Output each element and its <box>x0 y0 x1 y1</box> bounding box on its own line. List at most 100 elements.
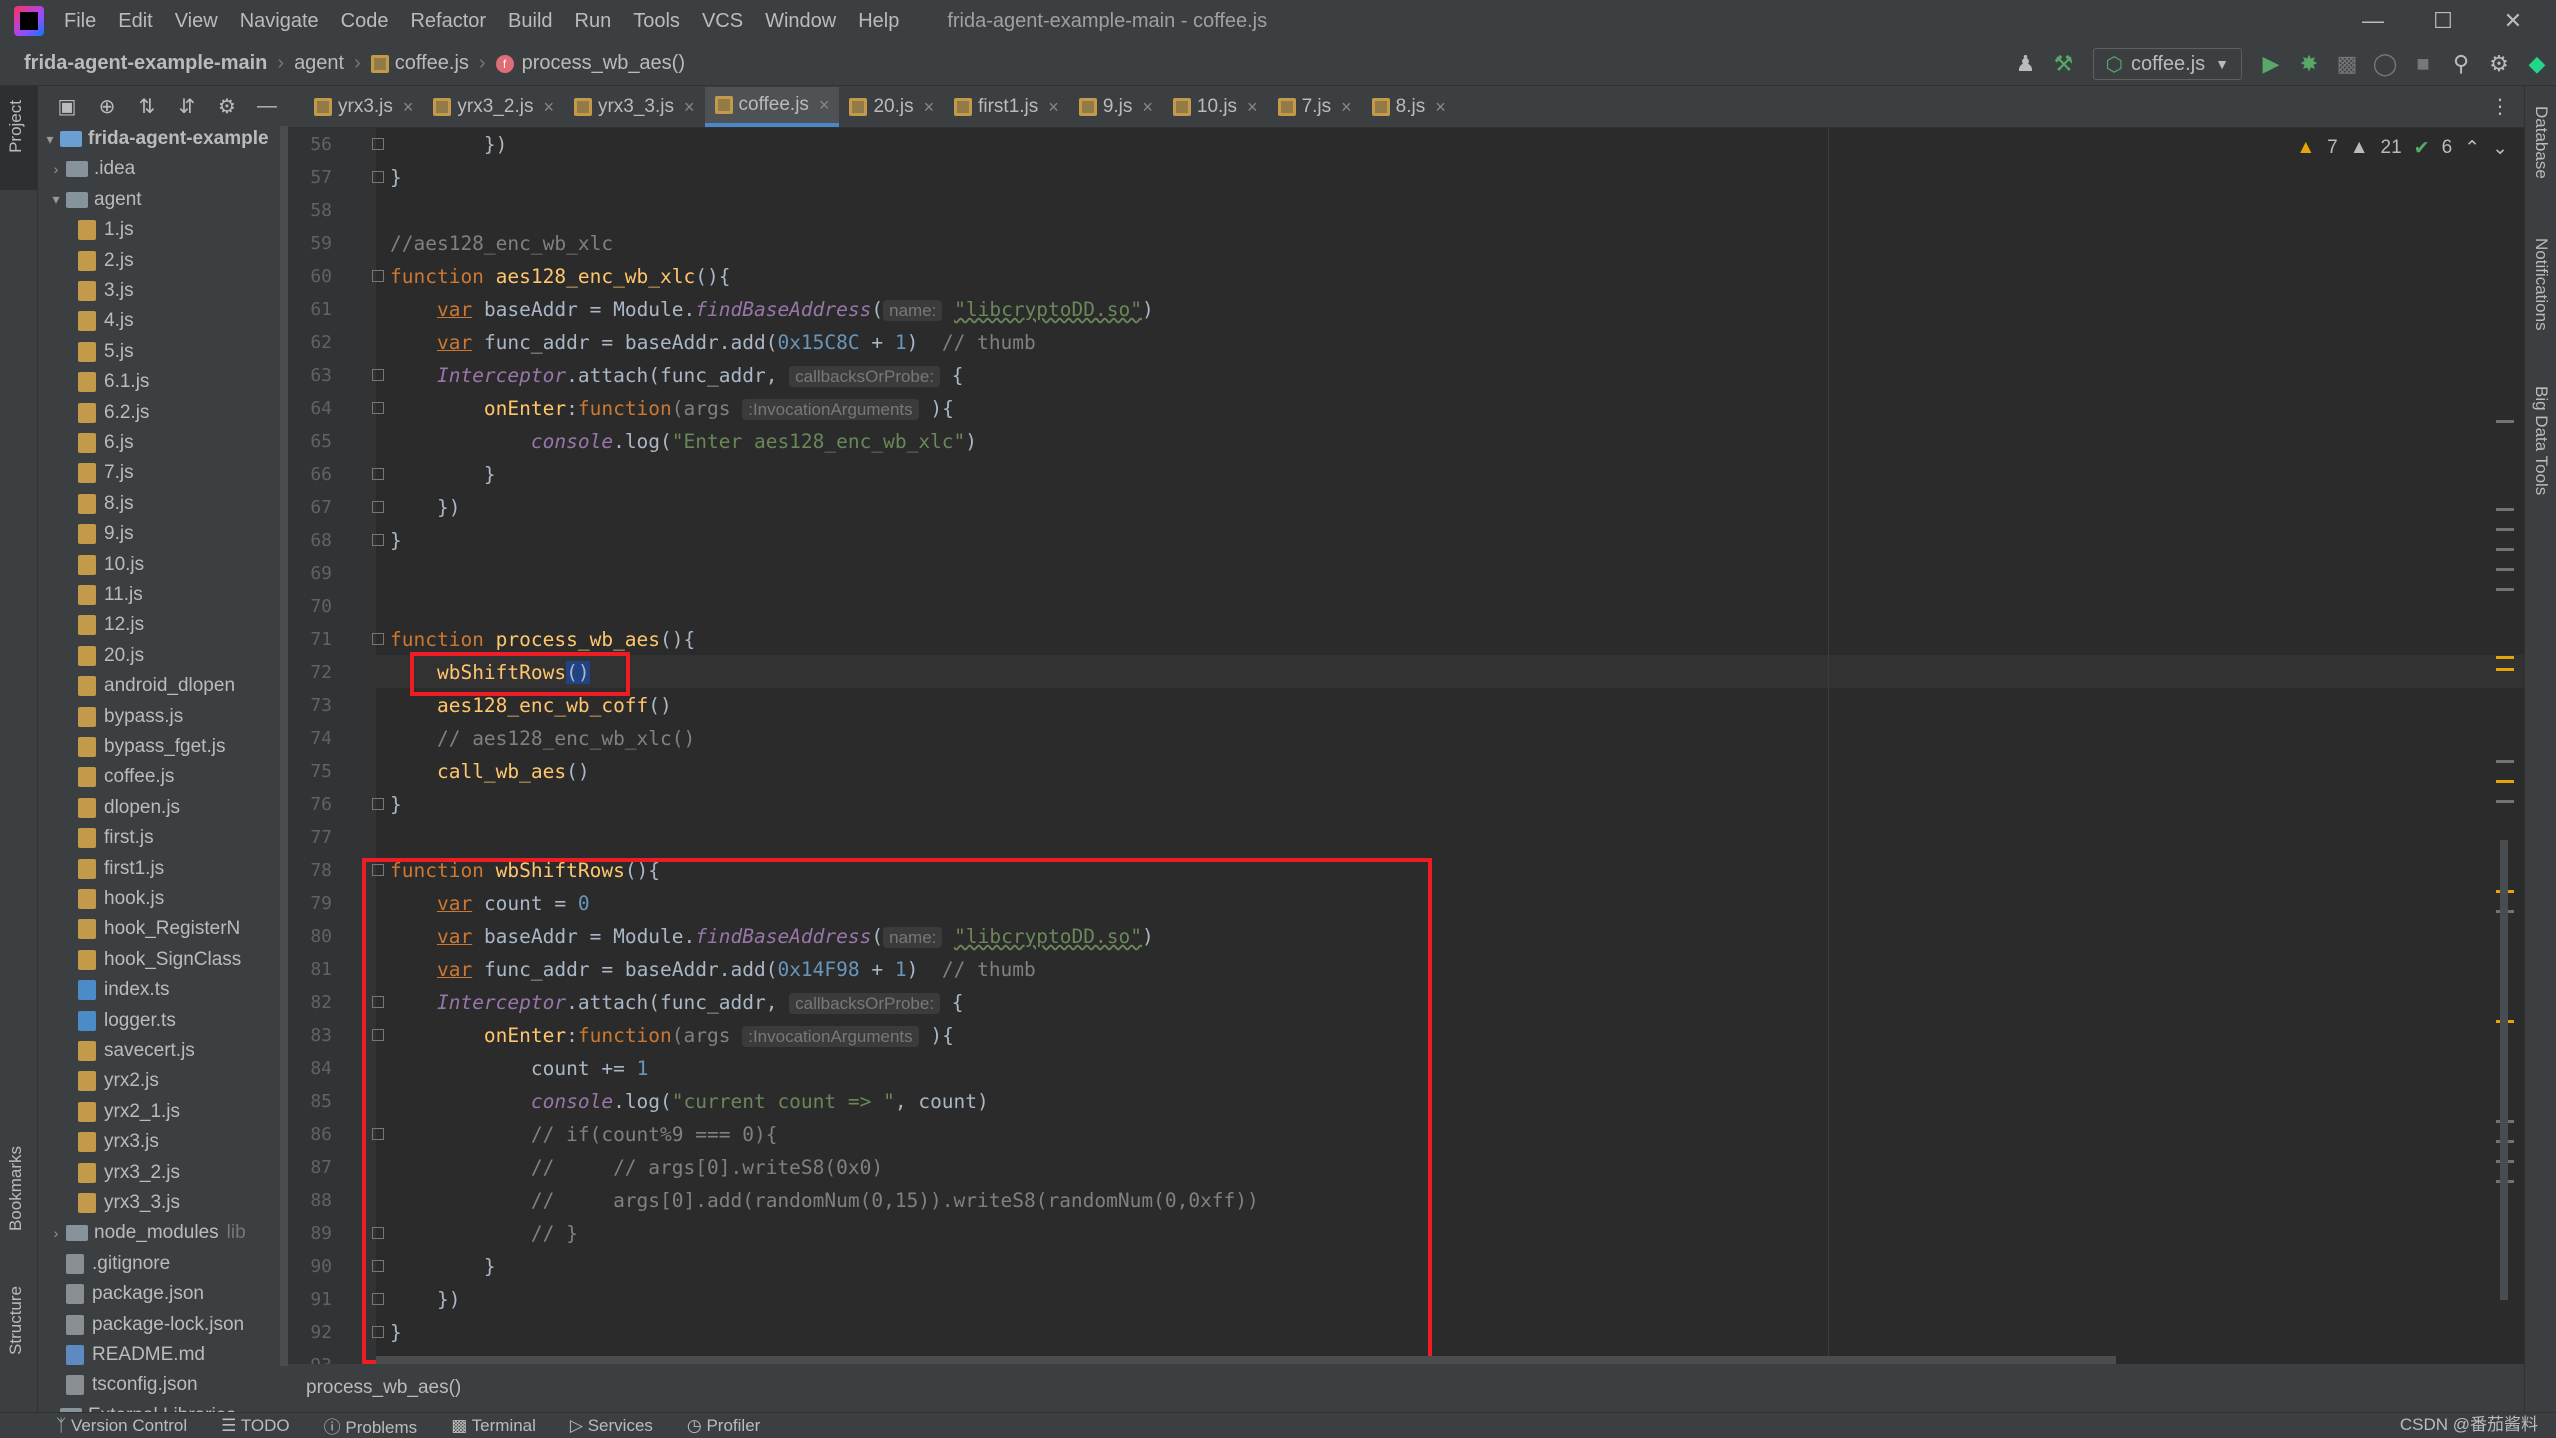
chevron-right-icon[interactable]: › <box>46 161 66 177</box>
close-icon[interactable]: × <box>1142 97 1153 118</box>
tree-item[interactable]: 6.js <box>78 428 134 458</box>
tree-item[interactable]: ▾ frida-agent-example <box>40 126 268 154</box>
todo-tab[interactable]: ☰ TODO <box>221 1416 289 1436</box>
fold-marker-icon[interactable] <box>372 171 384 183</box>
menu-vcs[interactable]: VCS <box>702 10 743 33</box>
tree-item[interactable]: yrx3_3.js <box>78 1188 180 1218</box>
tab-20-js[interactable]: 20.js × <box>839 87 944 127</box>
tree-item[interactable]: 3.js <box>78 276 134 306</box>
tree-item[interactable]: 20.js <box>78 641 144 671</box>
tab-yrx3_3-js[interactable]: yrx3_3.js × <box>564 87 705 127</box>
tree-item[interactable]: yrx3.js <box>78 1127 159 1157</box>
tab-first1-js[interactable]: first1.js × <box>944 87 1069 127</box>
tree-item[interactable]: 6.2.js <box>78 398 149 428</box>
tree-item[interactable]: hook_RegisterN <box>78 914 240 944</box>
warning-stripe-mark[interactable] <box>2496 656 2514 659</box>
close-icon[interactable]: × <box>1048 97 1059 118</box>
editor-vertical-scrollbar[interactable] <box>2500 840 2508 1300</box>
database-tool-label[interactable]: Database <box>2531 106 2551 179</box>
tab-coffee-js[interactable]: coffee.js × <box>704 87 840 127</box>
close-icon[interactable]: × <box>1435 97 1446 118</box>
tree-item[interactable]: 12.js <box>78 610 144 640</box>
coverage-icon[interactable]: ▩ <box>2328 45 2366 83</box>
tree-item[interactable]: › .idea <box>46 154 136 184</box>
expand-all-icon[interactable]: ⇅ <box>134 93 160 119</box>
tree-item[interactable]: yrx2.js <box>78 1066 159 1096</box>
minimize-button[interactable]: — <box>2338 0 2408 42</box>
warning-stripe-mark[interactable] <box>2496 668 2514 671</box>
close-icon[interactable]: × <box>684 97 695 118</box>
tree-item[interactable]: 10.js <box>78 550 144 580</box>
chevron-down-icon[interactable]: ▾ <box>46 191 66 208</box>
plugin-icon[interactable]: ◆ <box>2518 45 2556 83</box>
terminal-tab[interactable]: ▩ Terminal <box>451 1416 536 1436</box>
error-stripe-mark[interactable] <box>2496 568 2514 571</box>
tree-item[interactable]: README.md <box>46 1340 205 1370</box>
warning-stripe-mark[interactable] <box>2496 780 2514 783</box>
tree-item[interactable]: 7.js <box>78 458 134 488</box>
fold-marker-icon[interactable] <box>372 138 384 150</box>
menu-refactor[interactable]: Refactor <box>410 10 486 33</box>
gear-icon[interactable]: ⚙ <box>214 93 240 119</box>
gear-icon[interactable]: ⚙ <box>2480 45 2518 83</box>
error-stripe-mark[interactable] <box>2496 420 2514 423</box>
structure-tool-label[interactable]: Structure <box>6 1286 26 1355</box>
tree-item[interactable]: tsconfig.json <box>46 1370 198 1400</box>
user-icon[interactable]: ♟ <box>2007 45 2045 83</box>
error-stripe-mark[interactable] <box>2496 548 2514 551</box>
menu-navigate[interactable]: Navigate <box>240 10 319 33</box>
project-view-icon[interactable]: ▣ <box>54 93 80 119</box>
close-icon[interactable]: × <box>403 97 414 118</box>
tree-item[interactable]: › node_modules lib <box>46 1218 246 1248</box>
error-stripe-mark[interactable] <box>2496 588 2514 591</box>
fold-marker-icon[interactable] <box>372 402 384 414</box>
run-config-select[interactable]: ⬡ coffee.js ▼ <box>2092 48 2242 80</box>
profiler-tab[interactable]: ◷ Profiler <box>687 1416 760 1436</box>
fold-marker-icon[interactable] <box>372 534 384 546</box>
tree-item[interactable]: 5.js <box>78 337 134 367</box>
locate-file-icon[interactable]: ⊕ <box>94 93 120 119</box>
tab-8-js[interactable]: 8.js × <box>1362 87 1456 127</box>
code-breadcrumb[interactable]: process_wb_aes() <box>288 1364 2524 1412</box>
version-control-tab[interactable]: ᛉ Version Control <box>56 1416 187 1436</box>
fold-marker-icon[interactable] <box>372 633 384 645</box>
menu-build[interactable]: Build <box>508 10 552 33</box>
tree-item[interactable]: savecert.js <box>78 1036 195 1066</box>
tree-item[interactable]: bypass_fget.js <box>78 732 225 762</box>
tree-item[interactable]: index.ts <box>78 975 169 1005</box>
tree-item[interactable]: 9.js <box>78 519 134 549</box>
fold-marker-icon[interactable] <box>372 369 384 381</box>
editor-horizontal-scrollbar[interactable] <box>376 1356 2116 1364</box>
tree-item[interactable]: 4.js <box>78 306 134 336</box>
project-tool-tab[interactable]: Project <box>0 86 38 190</box>
tree-item[interactable]: 6.1.js <box>78 367 149 397</box>
tree-item[interactable]: package-lock.json <box>46 1310 244 1340</box>
error-stripe-mark[interactable] <box>2496 800 2514 803</box>
stop-icon[interactable]: ■ <box>2404 45 2442 83</box>
menu-help[interactable]: Help <box>858 10 899 33</box>
chevron-down-icon[interactable]: ⌄ <box>2492 137 2508 160</box>
breadcrumb-project[interactable]: frida-agent-example-main <box>24 52 267 75</box>
tree-item[interactable]: coffee.js <box>78 762 174 792</box>
tree-item[interactable]: bypass.js <box>78 702 183 732</box>
close-icon[interactable]: × <box>924 97 935 118</box>
tab-7-js[interactable]: 7.js × <box>1268 87 1362 127</box>
chevron-up-icon[interactable]: ⌃ <box>2464 137 2480 160</box>
menu-code[interactable]: Code <box>341 10 389 33</box>
menu-file[interactable]: File <box>64 10 96 33</box>
close-icon[interactable]: × <box>1341 97 1352 118</box>
breadcrumb-folder[interactable]: agent <box>294 52 344 75</box>
menu-tools[interactable]: Tools <box>633 10 680 33</box>
inspection-widget[interactable]: ▲ 7 ▲ 21 ✔ 6 ⌃ ⌄ <box>2296 128 2508 168</box>
tree-item[interactable]: package.json <box>46 1279 204 1309</box>
close-window-button[interactable]: ✕ <box>2478 0 2548 42</box>
search-icon[interactable]: ⚲ <box>2442 45 2480 83</box>
close-icon[interactable]: × <box>1247 97 1258 118</box>
collapse-all-icon[interactable]: ⇵ <box>174 93 200 119</box>
services-tab[interactable]: ▷ Services <box>570 1416 653 1436</box>
build-hammer-icon[interactable]: ⚒ <box>2045 45 2083 83</box>
tree-item[interactable]: logger.ts <box>78 1006 176 1036</box>
tree-item[interactable]: hook_SignClass <box>78 945 241 975</box>
menu-run[interactable]: Run <box>575 10 612 33</box>
debug-bug-icon[interactable]: ✸ <box>2290 45 2328 83</box>
